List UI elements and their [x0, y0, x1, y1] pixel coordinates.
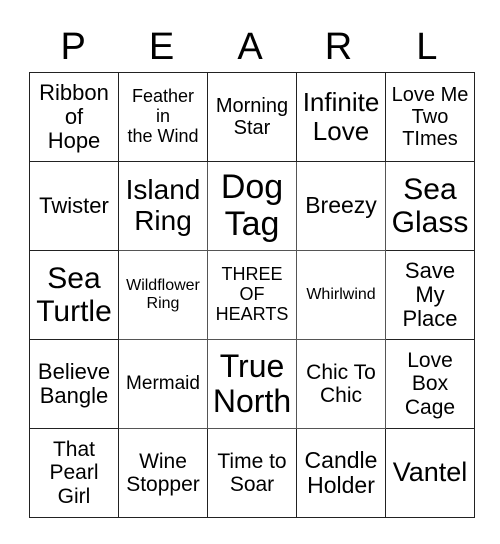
- header-letter: E: [148, 26, 175, 68]
- bingo-cell[interactable]: Island Ring: [118, 161, 208, 251]
- bingo-cell[interactable]: Wildflower Ring: [118, 250, 208, 340]
- bingo-cell-text: Infinite Love: [302, 87, 380, 146]
- bingo-cell-text: Morning Star: [215, 95, 289, 139]
- bingo-row: That Pearl Girl Wine Stopper Time to Soar C…: [29, 428, 475, 518]
- bingo-cell-text: Candle Holder: [304, 446, 378, 498]
- bingo-cell-text: Dog Tag: [220, 167, 284, 243]
- bingo-cell[interactable]: Infinite Love: [296, 72, 386, 162]
- bingo-cell[interactable]: Breezy: [296, 161, 386, 251]
- bingo-cell-text: True North: [212, 347, 292, 419]
- bingo-cell[interactable]: Save My Place: [385, 250, 475, 340]
- bingo-cell-text: Time to Soar: [217, 449, 287, 496]
- bingo-cell[interactable]: Candle Holder: [296, 428, 386, 518]
- bingo-row: Twister Island Ring Dog Tag Breezy Sea Glass: [29, 161, 475, 251]
- bingo-cell-text: Whirlwind: [306, 286, 376, 304]
- bingo-cell-text: Chic To Chic: [306, 360, 376, 407]
- bingo-cell-text: Believe Bangle: [37, 358, 111, 408]
- bingo-cell[interactable]: Vantel: [385, 428, 475, 518]
- bingo-grid: Ribbon of Hope Feather in the Wind Morning…: [29, 72, 475, 518]
- bingo-cell[interactable]: True North: [207, 339, 297, 429]
- bingo-cell-text: Wine Stopper: [126, 449, 200, 496]
- bingo-cell-text: THREE OF HEARTS: [215, 264, 289, 324]
- bingo-cell[interactable]: Feather in the Wind: [118, 72, 208, 162]
- bingo-cell[interactable]: Twister: [29, 161, 119, 251]
- bingo-cell-text: That Pearl Girl: [49, 438, 99, 508]
- bingo-cell[interactable]: Mermaid: [118, 339, 208, 429]
- bingo-cell-text: Breezy: [305, 192, 377, 219]
- bingo-row: Ribbon of Hope Feather in the Wind Morning…: [29, 72, 475, 162]
- bingo-cell-text: Save My Place: [402, 257, 458, 332]
- bingo-cell-text: Island Ring: [125, 174, 201, 236]
- bingo-cell[interactable]: Chic To Chic: [296, 339, 386, 429]
- bingo-cell[interactable]: Dog Tag: [207, 161, 297, 251]
- bingo-cell-text: Twister: [39, 192, 109, 218]
- bingo-cell-text: Sea Turtle: [36, 262, 112, 328]
- bingo-cell[interactable]: Time to Soar: [207, 428, 297, 518]
- bingo-cell-text: Mermaid: [126, 372, 200, 394]
- header-letter: R: [324, 26, 353, 68]
- bingo-row: Sea Turtle Wildflower Ring THREE OF HEARTS…: [29, 250, 475, 340]
- bingo-cell[interactable]: Believe Bangle: [29, 339, 119, 429]
- bingo-cell-text: Vantel: [392, 457, 468, 488]
- bingo-cell[interactable]: Love Me Two TImes: [385, 72, 475, 162]
- bingo-cell[interactable]: Sea Glass: [385, 161, 475, 251]
- bingo-cell[interactable]: Ribbon of Hope: [29, 72, 119, 162]
- header-letter: P: [60, 26, 86, 68]
- bingo-cell[interactable]: Sea Turtle: [29, 250, 119, 340]
- bingo-cell[interactable]: Whirlwind: [296, 250, 386, 340]
- bingo-cell-text: Wildflower Ring: [126, 277, 200, 312]
- bingo-cell[interactable]: Morning Star: [207, 72, 297, 162]
- bingo-row: Believe Bangle Mermaid True North Chic To C…: [29, 339, 475, 429]
- bingo-cell[interactable]: Wine Stopper: [118, 428, 208, 518]
- bingo-cell-text: Feather in the Wind: [127, 86, 199, 146]
- bingo-cell-text: Love Box Cage: [404, 349, 456, 419]
- bingo-cell-text: Sea Glass: [391, 173, 469, 239]
- header-letter: A: [237, 26, 263, 68]
- header-letter: L: [416, 26, 438, 68]
- bingo-cell[interactable]: Love Box Cage: [385, 339, 475, 429]
- bingo-cell-text: Ribbon of Hope: [39, 79, 109, 154]
- bingo-cell-text: Love Me Two TImes: [391, 84, 469, 150]
- bingo-cell[interactable]: THREE OF HEARTS: [207, 250, 297, 340]
- bingo-header: P E A R L: [29, 22, 471, 72]
- bingo-cell[interactable]: That Pearl Girl: [29, 428, 119, 518]
